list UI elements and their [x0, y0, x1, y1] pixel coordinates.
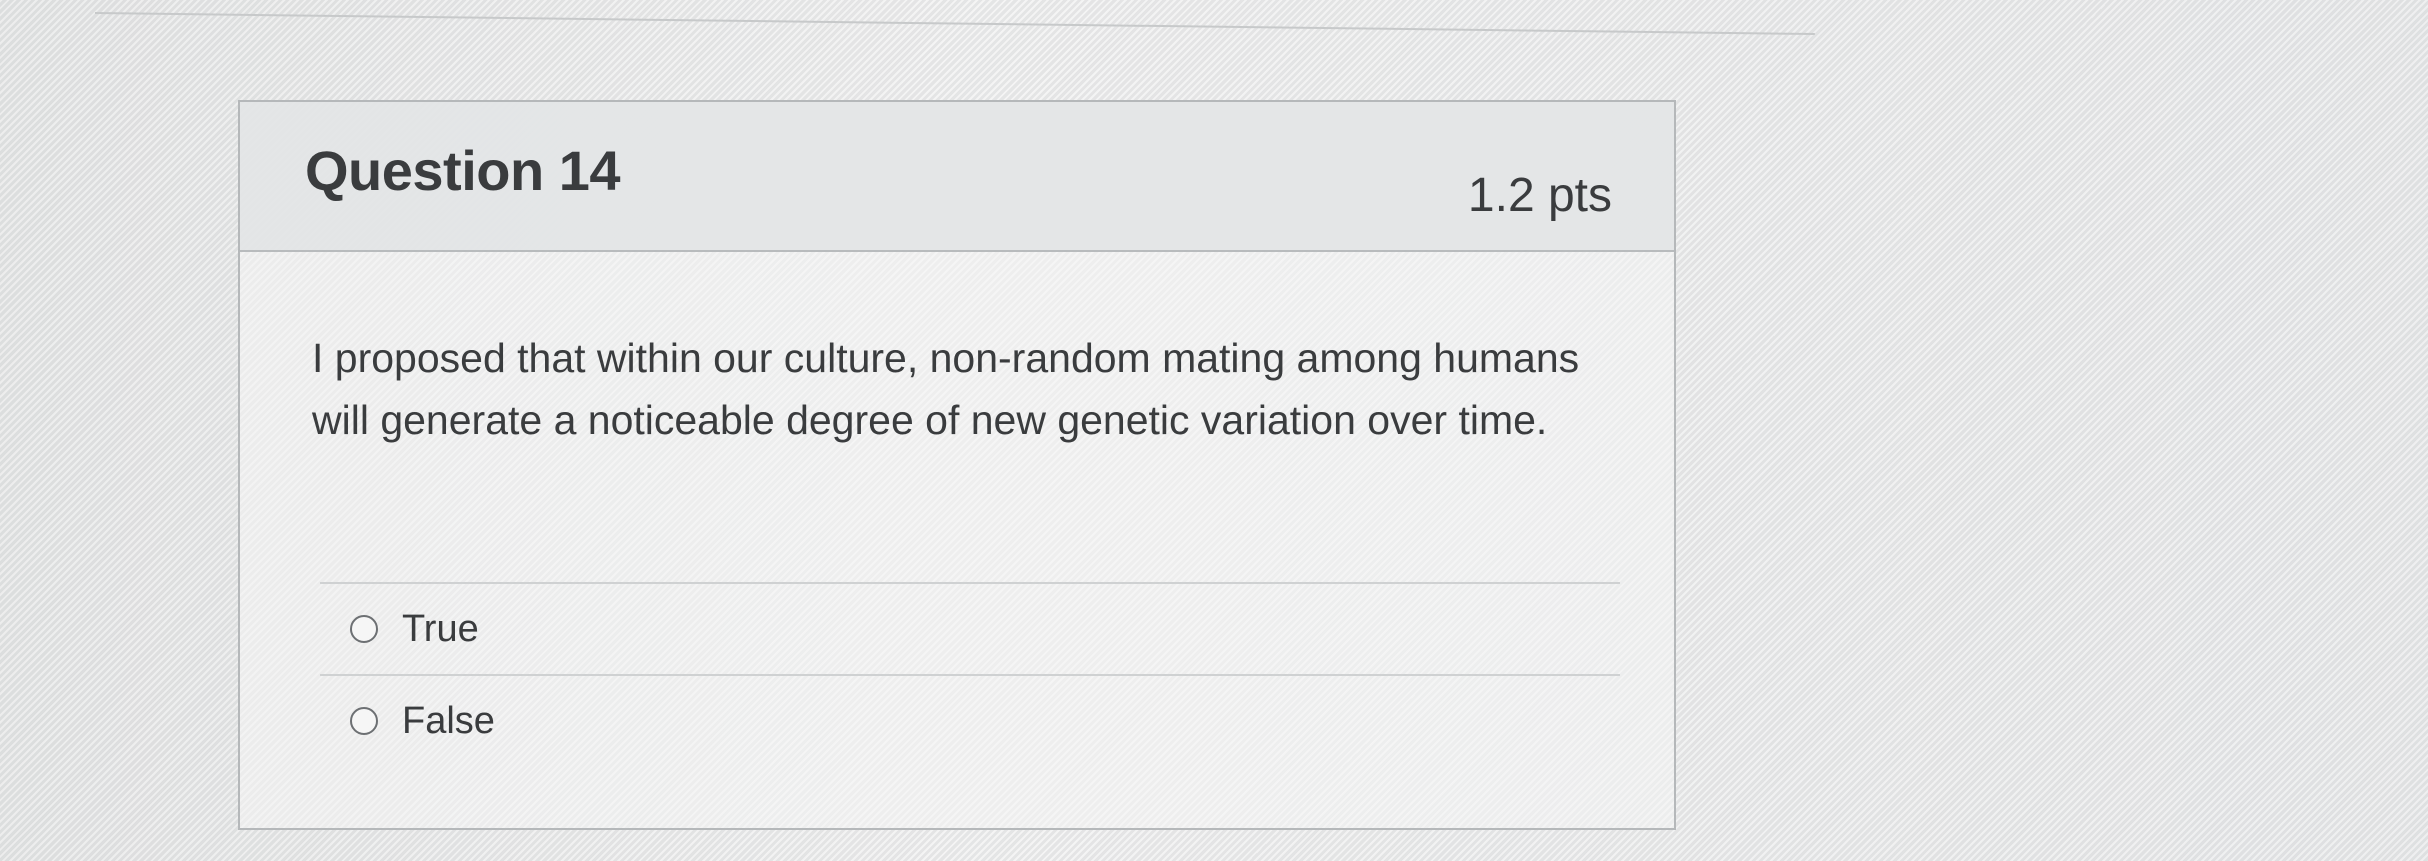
radio-button-icon[interactable]	[350, 615, 378, 643]
answer-option-false[interactable]: False	[320, 674, 1620, 766]
question-header: Question 14 1.2 pts	[240, 102, 1674, 252]
answer-label: False	[402, 699, 495, 742]
question-card: Question 14 1.2 pts I proposed that with…	[238, 100, 1676, 830]
answer-option-true[interactable]: True	[320, 582, 1620, 674]
question-title: Question 14	[305, 139, 621, 202]
answer-list: True False	[320, 582, 1620, 766]
top-divider	[94, 12, 1815, 36]
question-text: I proposed that within our culture, non-…	[312, 335, 1580, 443]
radio-button-icon[interactable]	[350, 707, 378, 735]
question-points: 1.2 pts	[1467, 169, 1612, 222]
quiz-page: Question 14 1.2 pts I proposed that with…	[0, 0, 2428, 861]
answer-label: True	[402, 607, 479, 650]
